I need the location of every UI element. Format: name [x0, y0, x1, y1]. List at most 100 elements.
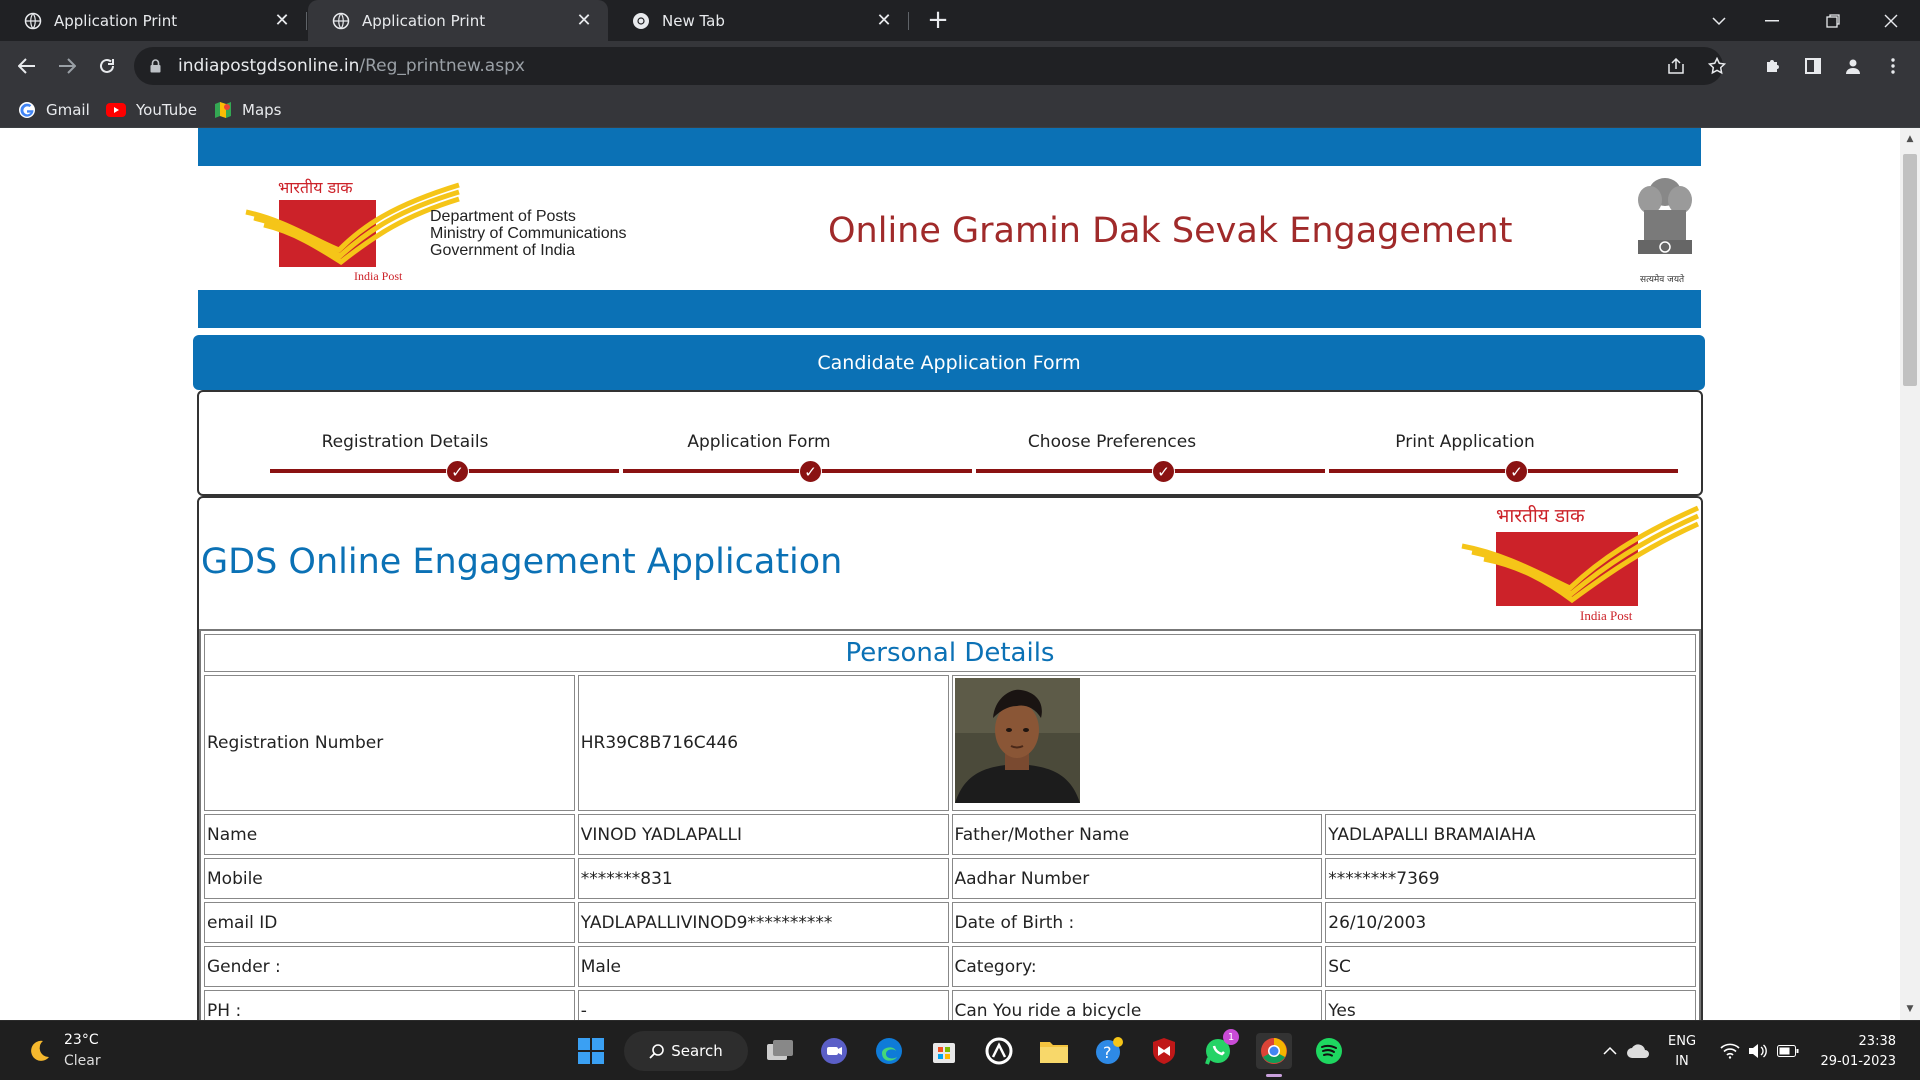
scroll-down-arrow-icon[interactable]: ▼ [1900, 1000, 1920, 1018]
profile-icon[interactable] [1837, 50, 1869, 82]
dept-line: Government of India [430, 242, 575, 259]
step-label-application-form[interactable]: Application Form [609, 432, 909, 452]
field-label: Name [204, 814, 575, 855]
weather-temperature[interactable]: 23°C [64, 1032, 99, 1048]
tab-title: New Tab [662, 11, 725, 30]
new-tab-button[interactable]: + [924, 7, 952, 35]
field-value: YADLAPALLI BRAMAIAHA [1325, 814, 1696, 855]
moon-weather-icon[interactable] [20, 1033, 56, 1069]
minimize-button[interactable] [1749, 0, 1795, 41]
chrome-icon [633, 12, 649, 29]
bookmark-star-icon[interactable] [1701, 50, 1733, 82]
battery-icon[interactable] [1770, 1033, 1806, 1069]
department-text: Department of Posts Ministry of Communic… [430, 208, 627, 259]
share-icon[interactable] [1661, 50, 1693, 82]
mcafee-shield-icon[interactable] [1146, 1033, 1182, 1069]
step-complete-check-icon: ✓ [1152, 460, 1175, 483]
file-explorer-icon[interactable] [1036, 1033, 1072, 1069]
application-title: GDS Online Engagement Application [201, 542, 843, 582]
forward-arrow-icon[interactable] [51, 50, 83, 82]
lock-icon[interactable] [150, 59, 161, 73]
tab-search-chevron-icon[interactable] [1696, 0, 1742, 41]
field-label: email ID [204, 902, 575, 943]
edge-browser-icon[interactable] [871, 1033, 907, 1069]
close-tab-icon[interactable]: ✕ [872, 9, 896, 33]
logo-hindi-text: भारतीय डाक [278, 178, 353, 197]
step-complete-check-icon: ✓ [799, 460, 822, 483]
taskbar-search-button[interactable]: Search [624, 1031, 748, 1071]
svg-text:?: ? [1103, 1043, 1112, 1062]
step-label-choose-preferences[interactable]: Choose Preferences [962, 432, 1262, 452]
personal-details-table: Personal Details Registration Number HR3… [199, 629, 1701, 1020]
step-label-print-application[interactable]: Print Application [1315, 432, 1615, 452]
field-label: Aadhar Number [951, 858, 1323, 899]
step-complete-check-icon: ✓ [446, 460, 469, 483]
url-text[interactable]: indiapostgdsonline.in/Reg_printnew.aspx [178, 56, 525, 76]
reload-icon[interactable] [91, 50, 123, 82]
teams-meet-icon[interactable] [816, 1033, 852, 1069]
bookmark-maps[interactable]: Maps [214, 91, 281, 128]
progress-stepper: Registration Details Application Form Ch… [197, 390, 1703, 496]
emblem-caption: सत्यमेव जयते [1640, 275, 1685, 285]
onedrive-cloud-icon[interactable] [1620, 1033, 1656, 1069]
bookmark-youtube[interactable]: YouTube [106, 91, 197, 128]
side-panel-icon[interactable] [1797, 50, 1829, 82]
microsoft-store-icon[interactable] [926, 1033, 962, 1069]
back-arrow-icon[interactable] [11, 50, 43, 82]
address-bar[interactable]: indiapostgdsonline.in/Reg_printnew.aspx [134, 47, 1726, 85]
field-value: - [577, 990, 949, 1020]
field-label: PH : [204, 990, 575, 1020]
search-icon [649, 1044, 665, 1059]
help-icon[interactable]: ? [1091, 1033, 1127, 1069]
india-post-logo-right: भारतीय डाक India Post [1460, 498, 1700, 628]
weather-condition[interactable]: Clear [64, 1053, 101, 1069]
clock-date: 29-01-2023 [1820, 1054, 1896, 1069]
field-value: 26/10/2003 [1325, 902, 1696, 943]
scroll-up-arrow-icon[interactable]: ▲ [1900, 130, 1920, 148]
tab-title: Application Print [362, 11, 486, 30]
close-tab-icon[interactable]: ✕ [572, 9, 596, 33]
field-value: Yes [1325, 990, 1696, 1020]
scrollbar-thumb[interactable] [1903, 154, 1917, 386]
bookmark-label: YouTube [136, 100, 197, 119]
step-progress-line [976, 469, 1325, 473]
windows-start-icon[interactable] [573, 1033, 609, 1069]
applicant-photo [954, 678, 1080, 803]
dept-line: Department of Posts [430, 208, 576, 225]
tab-new-tab[interactable]: New Tab ✕ [608, 0, 908, 41]
tab-application-print-1[interactable]: Application Print ✕ [0, 0, 306, 41]
table-row: Mobile *******831 Aadhar Number ********… [204, 858, 1696, 899]
chrome-taskbar-icon[interactable] [1256, 1033, 1292, 1077]
google-icon [19, 101, 35, 118]
windows-taskbar: 23°C Clear Search ? 1 ENG IN 23:38 29-01… [0, 1020, 1920, 1080]
more-menu-icon[interactable] [1877, 50, 1909, 82]
field-label: Gender : [204, 946, 575, 987]
search-label: Search [671, 1042, 723, 1060]
section-title: Personal Details [204, 634, 1696, 672]
bookmark-gmail[interactable]: Gmail [18, 91, 90, 128]
tab-application-print-active[interactable]: Application Print ✕ [308, 0, 608, 41]
app-icon-circle[interactable] [981, 1033, 1017, 1069]
extensions-puzzle-icon[interactable] [1757, 50, 1789, 82]
system-clock[interactable]: 23:38 29-01-2023 [1812, 1032, 1896, 1072]
url-domain: indiapostgdsonline.in [178, 56, 360, 76]
lang-line: ENG [1668, 1034, 1697, 1049]
field-value: SC [1325, 946, 1696, 987]
close-window-button[interactable] [1868, 0, 1914, 41]
step-label-registration-details[interactable]: Registration Details [255, 432, 555, 452]
spotify-icon[interactable] [1311, 1033, 1347, 1069]
close-tab-icon[interactable]: ✕ [270, 9, 294, 33]
field-value: ********7369 [1325, 858, 1696, 899]
whatsapp-icon[interactable]: 1 [1201, 1029, 1239, 1069]
form-banner: Candidate Application Form [193, 335, 1705, 390]
browser-toolbar: indiapostgdsonline.in/Reg_printnew.aspx [0, 41, 1920, 91]
task-view-icon[interactable] [762, 1033, 798, 1069]
tab-title: Application Print [54, 11, 178, 30]
globe-icon [332, 12, 350, 29]
logo-caption: India Post [1580, 608, 1633, 623]
restore-button[interactable] [1810, 0, 1856, 41]
browser-tab-strip: Application Print ✕ Application Print ✕ … [0, 0, 1920, 41]
bookmark-label: Gmail [46, 100, 90, 119]
site-title: Online Gramin Dak Sevak Engagement [828, 211, 1513, 251]
input-language-indicator[interactable]: ENG IN [1668, 1032, 1696, 1072]
